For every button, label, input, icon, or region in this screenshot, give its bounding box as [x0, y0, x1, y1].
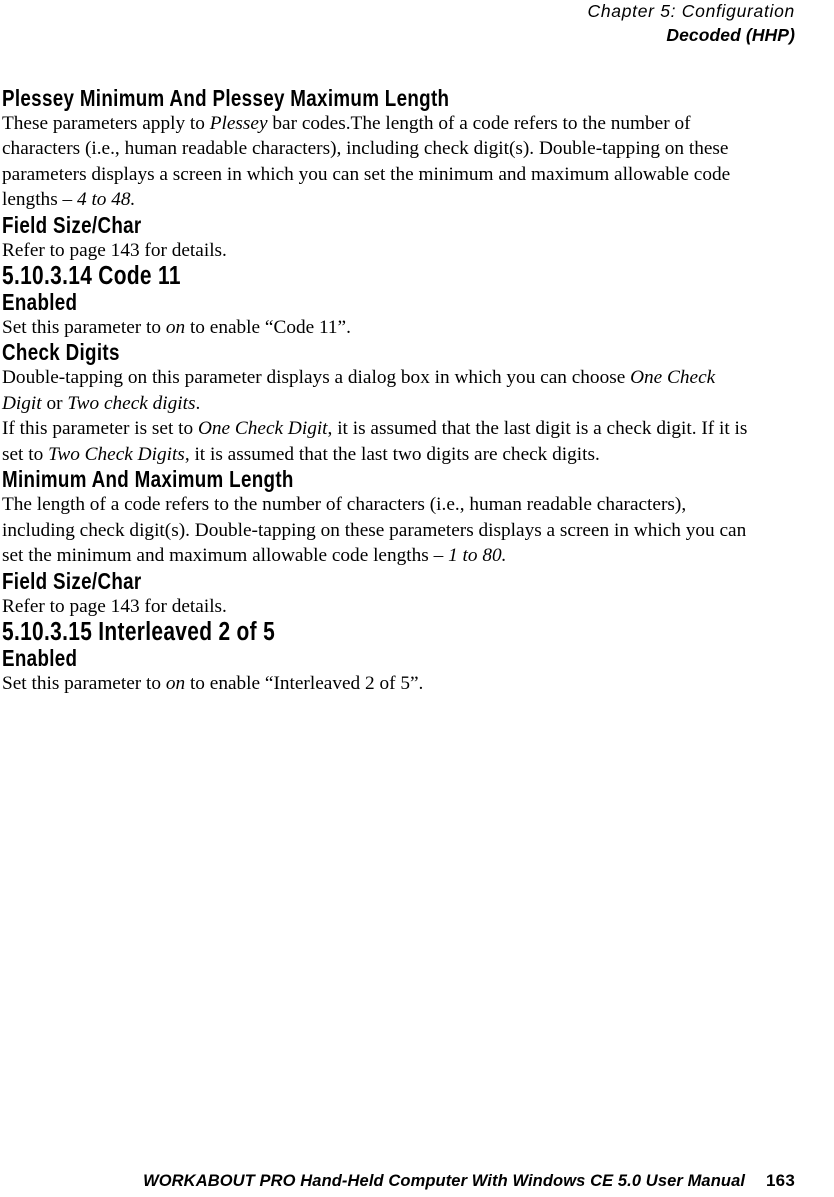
heading-code11-enabled: Enabled — [2, 289, 78, 316]
text-run: Set this parameter to — [2, 672, 166, 694]
emphasis-range-4-to-48: 4 to 48. — [76, 189, 136, 211]
emphasis-one-check-digit-2: One Check Digit — [197, 418, 328, 440]
text-run: These parameters apply to — [2, 112, 210, 134]
emphasis-on: on — [165, 316, 186, 338]
running-footer: WORKABOUT PRO Hand-Held Computer With Wi… — [0, 1171, 795, 1191]
paragraph-field-size-char-2: Refer to page 143 for details. — [2, 595, 227, 617]
text-run: to enable “Interleaved 2 of 5”. — [185, 672, 424, 694]
paragraph-check-digits-2: If this parameter is set to One Check Di… — [2, 416, 756, 467]
paragraph-plessey-length: These parameters apply to Plessey bar co… — [2, 111, 756, 213]
heading-plessey-min-max-length: Plessey Minimum And Plessey Maximum Leng… — [2, 85, 450, 111]
paragraph-i2of5-enabled: Set this parameter to on to enable “Inte… — [2, 671, 756, 697]
text-run: The length of a code refers to the numbe… — [2, 494, 747, 567]
footer-manual-title: WORKABOUT PRO Hand-Held Computer With Wi… — [143, 1172, 746, 1190]
emphasis-range-1-to-80: 1 to 80. — [448, 545, 507, 567]
heading-field-size-char-1: Field Size/Char — [2, 212, 142, 239]
paragraph-min-max-length: The length of a code refers to the numbe… — [2, 492, 756, 569]
footer-page-number: 163 — [766, 1171, 795, 1190]
text-run: Set this parameter to — [2, 316, 166, 338]
text-run: . — [195, 392, 201, 414]
header-subject-line: Decoded (HHP) — [666, 24, 795, 45]
heading-min-max-length: Minimum And Maximum Length — [2, 466, 294, 493]
header-chapter-line: Chapter 5: Configuration — [587, 1, 795, 21]
text-run: , it is assumed that the last two digits… — [184, 443, 600, 465]
running-header: Chapter 5: Configuration Decoded (HHP) — [588, 0, 795, 47]
emphasis-plessey: Plessey — [209, 112, 268, 134]
heading-field-size-char-2: Field Size/Char — [2, 567, 142, 594]
content-column: Plessey Minimum And Plessey Maximum Leng… — [2, 86, 756, 696]
emphasis-two-check-digits-2: Two Check Digits — [48, 443, 185, 465]
text-run: If this parameter is set to — [2, 418, 198, 440]
heading-5-10-3-14-code-11: 5.10.3.14 Code 11 — [2, 262, 181, 291]
heading-5-10-3-15-interleaved-2-of-5: 5.10.3.15 Interleaved 2 of 5 — [2, 618, 276, 647]
heading-i2of5-enabled: Enabled — [2, 644, 78, 671]
text-run: or — [41, 392, 68, 414]
text-run: Double-tapping on this parameter display… — [2, 367, 631, 389]
text-run: to enable “Code 11”. — [185, 316, 351, 338]
paragraph-check-digits-1: Double-tapping on this parameter display… — [2, 365, 756, 416]
document-page: Chapter 5: Configuration Decoded (HHP) P… — [0, 0, 834, 1197]
paragraph-code11-enabled: Set this parameter to on to enable “Code… — [2, 315, 756, 341]
emphasis-on-2: on — [165, 672, 186, 694]
heading-check-digits: Check Digits — [2, 339, 120, 366]
paragraph-field-size-char-1: Refer to page 143 for details. — [2, 239, 227, 261]
emphasis-two-check-digits: Two check digits — [67, 392, 196, 414]
